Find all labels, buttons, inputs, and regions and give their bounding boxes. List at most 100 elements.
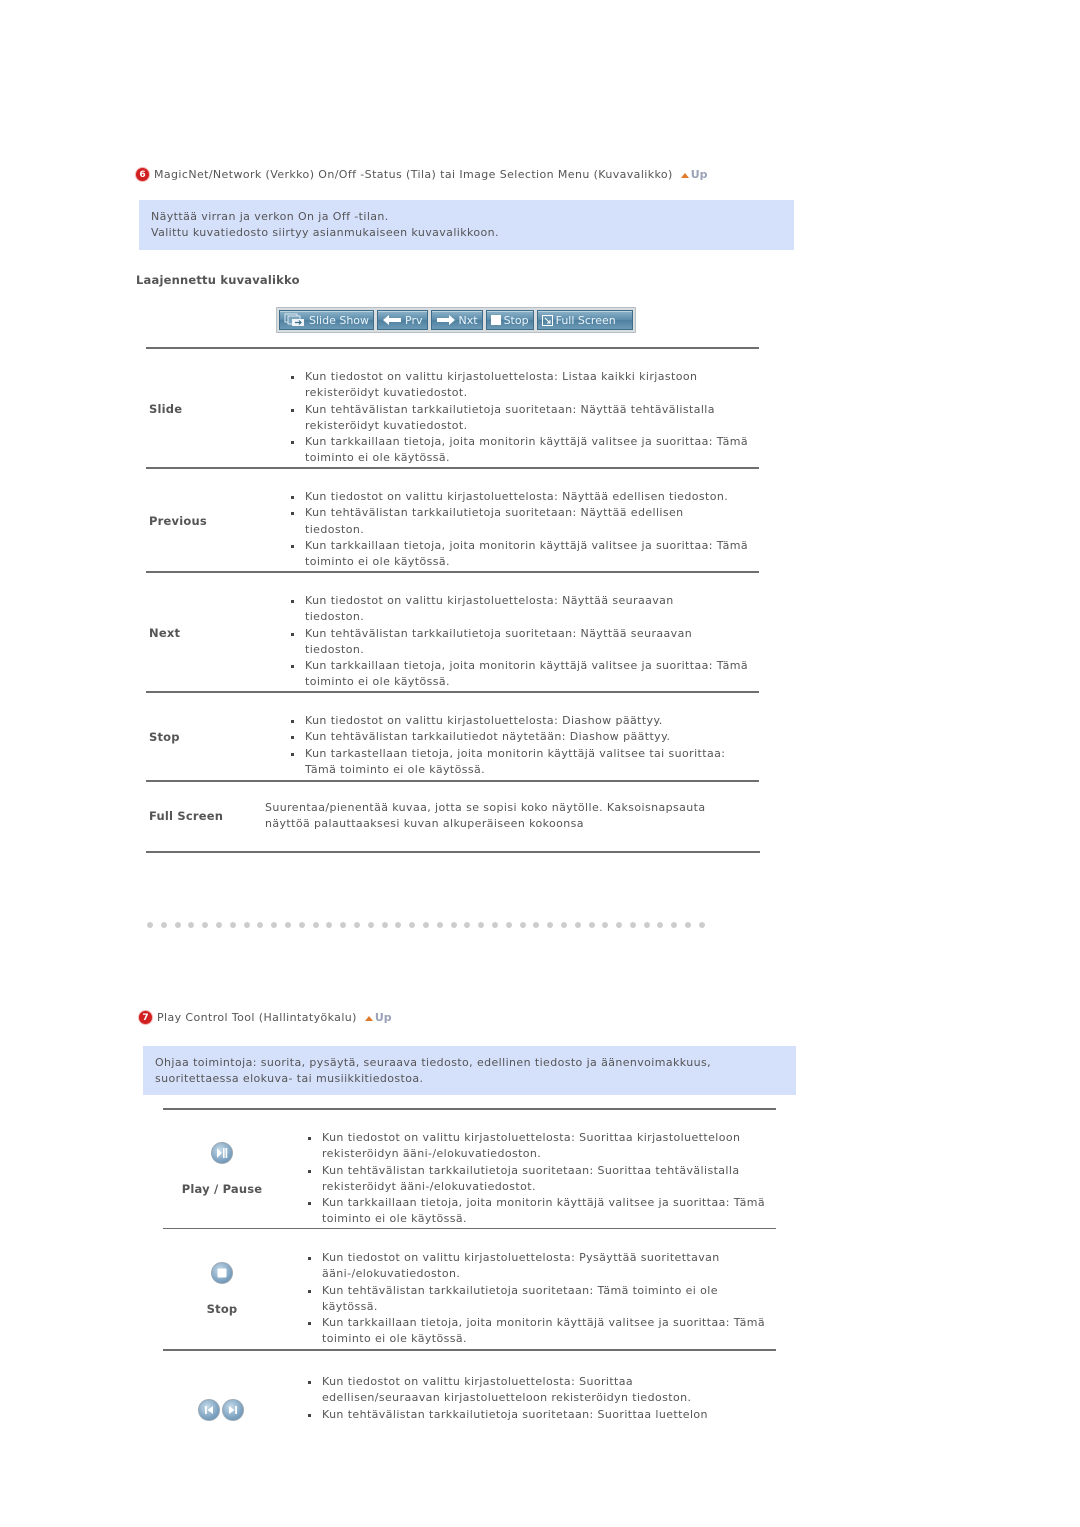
row-label-stop: Stop (149, 730, 180, 744)
nxt-label: Nxt (458, 313, 478, 327)
separator-dot (215, 922, 222, 928)
row-label-next: Next (149, 626, 181, 640)
full-screen-label: Full Screen (555, 313, 616, 327)
play-pause-cell: Play / Pause (163, 1142, 281, 1196)
separator-dot (491, 922, 498, 928)
separator-dot (547, 922, 554, 928)
row-label-full-screen: Full Screen (149, 809, 224, 823)
separator-dot (698, 922, 705, 928)
separator-dot (671, 922, 678, 928)
up-link-label: Up (690, 168, 708, 181)
list-item: Kun tiedostot on valittu kirjastoluettel… (289, 489, 759, 505)
row-label-stop-7: Stop (206, 1302, 238, 1316)
prv-button[interactable]: Prv (377, 310, 428, 330)
list-item: Kun tiedostot on valittu kirjastoluettel… (306, 1374, 722, 1407)
row-label-play-pause: Play / Pause (181, 1182, 263, 1196)
stop-icon[interactable] (211, 1262, 233, 1284)
next-track-icon[interactable] (222, 1399, 244, 1421)
separator-dot (602, 922, 609, 928)
section-6-title: MagicNet/Network (Verkko) On/Off -Status… (154, 168, 673, 181)
nxt-button[interactable]: Nxt (430, 310, 483, 330)
list-item: Kun tarkkaillaan tietoja, joita monitori… (306, 1195, 766, 1228)
table-rule (146, 851, 760, 853)
list-item: Kun tarkkaillaan tietoja, joita monitori… (289, 658, 765, 691)
table-rule (146, 467, 759, 469)
separator-dot (147, 922, 153, 928)
full-screen-description: Suurentaa/pienentää kuvaa, jotta se sopi… (265, 801, 706, 831)
list-item: Kun tehtävälistan tarkkailutietoja suori… (306, 1283, 742, 1316)
stop-button[interactable]: Stop (485, 310, 534, 330)
slide-show-button[interactable]: Slide Show (279, 310, 375, 330)
table-rule (163, 1349, 776, 1351)
separator-dot (395, 922, 402, 928)
separator-dot (478, 922, 485, 928)
separator-dot (381, 922, 388, 928)
separator-dot (353, 922, 360, 928)
separator-dot (257, 922, 264, 928)
fullscreen-icon (541, 314, 553, 326)
list-item: Kun tiedostot on valittu kirjastoluettel… (289, 593, 689, 626)
list-item: Kun tehtävälistan tarkkailutietoja suori… (306, 1407, 746, 1423)
play-pause-bullet-list: Kun tiedostot on valittu kirjastoluettel… (306, 1130, 766, 1228)
info-line: Näyttää virran ja verkon On ja Off -tila… (151, 210, 389, 223)
separator-dot (616, 922, 623, 928)
info-line: Valittu kuvatiedosto siirtyy asianmukais… (151, 226, 499, 239)
separator-dot (367, 922, 374, 928)
list-item: Kun tehtävälistan tarkkailutiedot näytet… (289, 729, 759, 745)
up-arrow-icon (364, 1016, 373, 1021)
list-item: Kun tiedostot on valittu kirjastoluettel… (306, 1130, 766, 1163)
prev-next-bullet-list: Kun tiedostot on valittu kirjastoluettel… (306, 1374, 746, 1423)
next-bullet-list: Kun tiedostot on valittu kirjastoluettel… (289, 593, 748, 691)
list-item: Kun tiedostot on valittu kirjastoluettel… (289, 713, 759, 729)
section-7-heading: 7 Play Control Tool (Hallintatyökalu) Up (139, 1011, 392, 1024)
section-7-info-box: Ohjaa toimintoja: suorita, pysäytä, seur… (143, 1046, 796, 1095)
separator-dot (505, 922, 512, 928)
section-6-info-box: Näyttää virran ja verkon On ja Off -tila… (139, 200, 794, 250)
slideshow-icon (284, 313, 304, 326)
list-item: Kun tarkkaillaan tietoja, joita monitori… (289, 538, 759, 571)
play-pause-icon[interactable] (211, 1142, 233, 1164)
prv-label: Prv (405, 313, 423, 327)
row-label-slide: Slide (149, 402, 183, 416)
previous-bullet-list: Kun tiedostot on valittu kirjastoluettel… (289, 489, 759, 570)
separator-dot (464, 922, 471, 928)
up-link[interactable]: Up (680, 168, 708, 181)
full-screen-button[interactable]: Full Screen (536, 310, 633, 330)
stop-bullet-list: Kun tiedostot on valittu kirjastoluettel… (289, 713, 759, 778)
stop-square-icon (490, 315, 501, 325)
slideshow-toolbar: Slide Show Prv Nxt Stop Full Screen (276, 307, 636, 333)
separator-dot (409, 922, 416, 928)
separator-dot (629, 922, 636, 928)
separator-dot (229, 922, 236, 928)
list-item: Kun tehtävälistan tarkkailutietoja suori… (306, 1163, 766, 1196)
stop-cell: Stop (163, 1262, 281, 1316)
number-7-badge-icon: 7 (139, 1011, 152, 1024)
separator-dot (533, 922, 540, 928)
section-7-title: Play Control Tool (Hallintatyökalu) (157, 1011, 357, 1024)
up-link[interactable]: Up (364, 1011, 392, 1024)
section-6-heading: 6 MagicNet/Network (Verkko) On/Off -Stat… (136, 168, 708, 181)
separator-dot (188, 922, 195, 928)
table-rule (146, 347, 759, 349)
list-item: Kun tarkkaillaan tietoja, joita monitori… (289, 434, 749, 467)
list-item: Kun tarkastellaan tietoja, joita monitor… (289, 746, 759, 779)
separator-dot (422, 922, 429, 928)
list-item: Kun tehtävälistan tarkkailutietoja suori… (289, 402, 749, 435)
separator-dot (560, 922, 567, 928)
number-6-badge-icon: 6 (136, 168, 149, 181)
separator-dot (312, 922, 319, 928)
dotted-separator (147, 922, 705, 928)
list-item: Kun tiedostot on valittu kirjastoluettel… (289, 369, 749, 402)
separator-dot (271, 922, 278, 928)
previous-track-icon[interactable] (198, 1399, 220, 1421)
up-arrow-icon (680, 173, 689, 178)
separator-dot (436, 922, 443, 928)
separator-dot (450, 922, 457, 928)
separator-dot (174, 922, 181, 928)
up-link-label: Up (374, 1011, 392, 1024)
prev-next-icon[interactable] (198, 1399, 244, 1421)
stop-label: Stop (503, 313, 529, 327)
arrow-right-icon (436, 315, 455, 325)
row-label-previous: Previous (149, 514, 207, 528)
arrow-left-icon (383, 315, 402, 325)
